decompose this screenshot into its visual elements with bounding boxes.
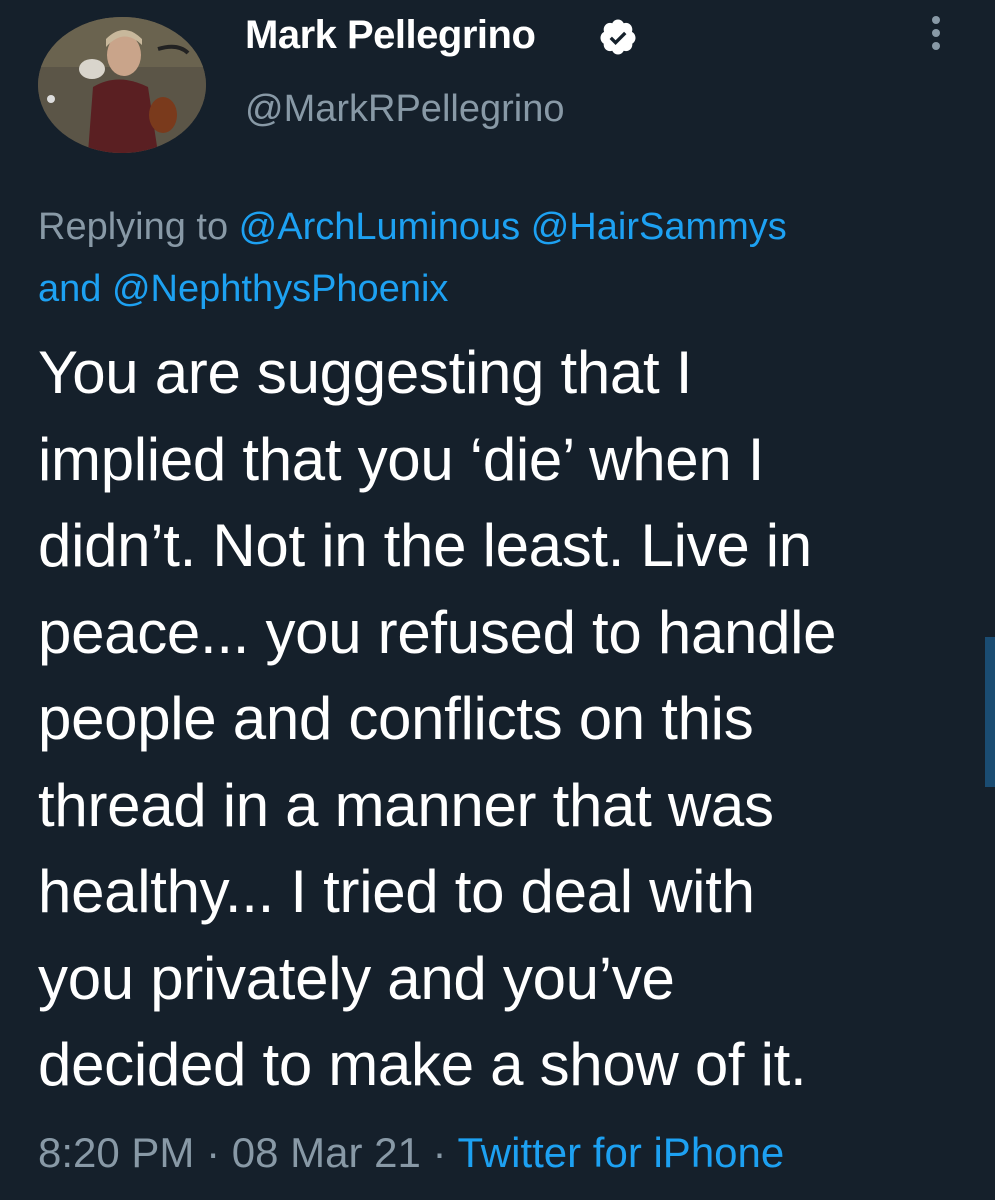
tweet-text-line: peace... you refused to handle [38, 598, 837, 666]
tweet-text-line: didn’t. Not in the least. Live in [38, 512, 812, 579]
mention-link-hairsammys[interactable]: @HairSammys [531, 206, 787, 248]
profile-avatar-icon [38, 17, 206, 153]
mention-link-archluminous[interactable]: @ArchLuminous [239, 206, 520, 248]
tweet-detail: Mark Pellegrino @MarkRPellegrino Replyin… [0, 0, 995, 1200]
tweet-text-line: thread in a manner that was [38, 771, 774, 839]
avatar[interactable] [38, 17, 206, 153]
tweet-date[interactable]: 08 Mar 21 [232, 1129, 421, 1176]
tweet-text-line: healthy... I tried to deal with [38, 858, 755, 925]
scrollbar[interactable] [985, 637, 995, 787]
tweet-metadata: 8:20 PM · 08 Mar 21 · Twitter for iPhone [38, 1128, 784, 1178]
tweet-text-line: you privately and you’ve [38, 944, 675, 1012]
meta-separator: · [194, 1129, 232, 1176]
more-options-button[interactable] [921, 16, 951, 56]
mention-separator [101, 268, 112, 310]
verified-badge-icon [600, 19, 636, 55]
display-name[interactable]: Mark Pellegrino [245, 12, 536, 58]
tweet-text-line: You are suggesting that I [38, 339, 693, 406]
more-vertical-icon [921, 16, 951, 50]
meta-separator: · [420, 1129, 458, 1176]
replying-to: Replying to @ArchLuminous @HairSammys and… [38, 196, 968, 320]
mention-link-nephthysphoenix[interactable]: @NephthysPhoenix [112, 268, 448, 310]
replying-to-label: Replying to [38, 206, 239, 248]
mention-separator [520, 206, 531, 248]
tweet-text-line: decided to make a show of it. [38, 1031, 807, 1098]
tweet-text-line: people and conflicts on this [38, 685, 754, 752]
tweet-time[interactable]: 8:20 PM [38, 1129, 194, 1176]
tweet-source-link[interactable]: Twitter for iPhone [457, 1129, 784, 1176]
tweet-text: You are suggesting that I implied that y… [38, 330, 978, 1109]
mention-and-label[interactable]: and [38, 268, 101, 310]
tweet-text-line: implied that you ‘die’ when I [38, 425, 765, 493]
user-handle[interactable]: @MarkRPellegrino [245, 86, 564, 132]
